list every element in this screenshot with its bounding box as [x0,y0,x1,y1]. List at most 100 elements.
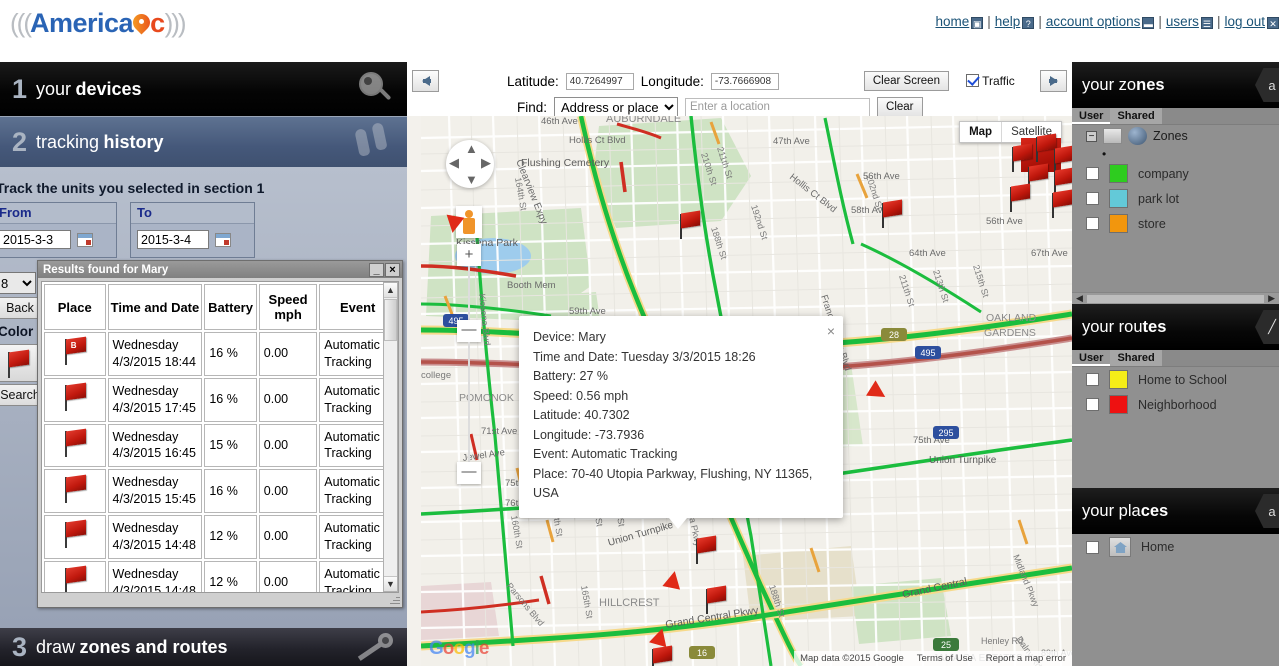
result-count-select[interactable]: 8 [0,272,36,294]
terms-of-use-link[interactable]: Terms of Use [917,653,973,664]
cell-place[interactable] [44,378,106,422]
zones-scrollbar[interactable]: ◀ ▶ [1072,292,1279,304]
routes-panel-header[interactable]: your routes ╱ [1072,304,1279,350]
route-label: Neighborhood [1138,398,1217,412]
map-marker[interactable] [1007,184,1033,212]
zone-item[interactable]: park lot [1072,186,1279,211]
zoom-in-button[interactable]: + [457,244,481,266]
map-zoom-control[interactable]: + — — [457,244,481,484]
back-button[interactable]: Back [0,297,42,319]
close-icon[interactable]: × [827,323,835,339]
checkbox[interactable] [1086,373,1099,386]
longitude-input[interactable] [711,73,779,90]
zone-item[interactable]: company [1072,161,1279,186]
checkbox[interactable] [1086,541,1099,554]
close-button[interactable]: × [385,263,400,277]
pan-down-icon[interactable]: ▼ [465,172,478,187]
find-type-select[interactable]: Address or place [554,97,678,118]
resize-grip[interactable] [388,594,400,606]
table-row[interactable]: Wednesday 4/3/2015 14:4812 %0.00Automati… [44,515,396,559]
cell-place[interactable] [44,515,106,559]
places-panel-header[interactable]: your places a [1072,488,1279,534]
zoom-slider-track-bottom[interactable] [468,342,470,462]
calendar-icon[interactable] [77,233,93,247]
table-row[interactable]: BWednesday 4/3/2015 18:4416 %0.00Automat… [44,332,396,376]
zoom-slider-track-top[interactable] [468,266,470,320]
pan-right-icon[interactable]: ▶ [481,155,491,171]
table-row[interactable]: Wednesday 4/3/2015 17:4516 %0.00Automati… [44,378,396,422]
clear-button[interactable]: Clear [877,97,922,117]
routes-tab-shared[interactable]: Shared [1110,350,1161,366]
checkbox[interactable] [1086,192,1099,205]
scrollbar-thumb[interactable] [384,299,397,341]
table-header-row: Place Time and Date Battery Speed mph Ev… [44,284,396,330]
scroll-down-arrow[interactable]: ▼ [384,576,397,591]
cell-place[interactable]: B [44,332,106,376]
report-map-error-link[interactable]: Report a map error [986,653,1066,664]
expander-icon[interactable]: − [1086,131,1097,142]
zone-item[interactable]: store [1072,211,1279,236]
map-marker[interactable] [879,200,905,228]
search-button[interactable]: Search [0,384,42,406]
section-your-devices[interactable]: 1 your devices [0,62,407,116]
map-marker[interactable] [1049,190,1072,218]
calendar-icon[interactable] [215,233,231,247]
nav-log-out[interactable]: log out [1224,14,1265,29]
results-scrollbar[interactable]: ▲ ▼ [383,282,398,592]
map-pan-control[interactable]: ▲ ▼ ◀ ▶ [446,140,494,188]
cell-place[interactable] [44,469,106,513]
place-item[interactable]: Home [1072,534,1279,560]
color-pin-swatch[interactable] [0,344,40,382]
map-canvas[interactable]: AUBURNDALE46th Ave47th AveFlushing Cemet… [421,116,1072,666]
zones-tab-shared[interactable]: Shared [1110,108,1161,124]
results-title-bar[interactable]: Results found for Mary _ × [38,261,402,278]
logo-wordmark: Americac [30,8,165,39]
map-type-map[interactable]: Map [960,122,1002,142]
section-tracking-history[interactable]: 2 tracking history [0,117,407,167]
map-marker[interactable] [649,646,675,666]
minimize-button[interactable]: _ [369,263,384,277]
nav-help[interactable]: help [995,14,1021,29]
latitude-input[interactable] [566,73,634,90]
route-item[interactable]: Neighborhood [1072,392,1279,417]
checkbox[interactable] [1086,217,1099,230]
scrollbar-thumb[interactable] [1087,295,1264,303]
traffic-checkbox[interactable] [966,74,979,87]
clear-screen-button[interactable]: Clear Screen [864,71,949,91]
checkbox[interactable] [1086,398,1099,411]
routes-tab-user[interactable]: User [1072,350,1110,366]
scroll-left-arrow[interactable]: ◀ [1076,293,1083,304]
direction-arrow-marker[interactable] [662,569,683,589]
cell-place[interactable] [44,424,106,468]
zones-tab-user[interactable]: User [1072,108,1110,124]
to-date-input[interactable] [137,230,209,249]
zones-panel-header[interactable]: your zones a [1072,62,1279,108]
nav-home[interactable]: home [935,14,969,29]
flag-marker-icon [62,383,88,411]
nav-users[interactable]: users [1166,14,1199,29]
zones-tree-root[interactable]: − Zones [1072,125,1279,147]
cell-place[interactable] [44,561,106,593]
route-item[interactable]: Home to School [1072,367,1279,392]
section-draw-zones-routes[interactable]: 3 draw zones and routes [0,628,407,666]
zoom-slider-handle[interactable]: — [457,320,481,342]
location-input[interactable] [685,98,870,117]
zoom-out-button[interactable]: — [457,462,481,484]
scroll-right-arrow[interactable]: ▶ [1268,293,1275,304]
map-marker[interactable] [703,586,729,614]
results-window: Results found for Mary _ × Place Time an… [37,260,403,608]
pan-left-icon[interactable]: ◀ [449,155,459,171]
scroll-up-arrow[interactable]: ▲ [384,283,397,298]
table-row[interactable]: Wednesday 4/3/2015 15:4516 %0.00Automati… [44,469,396,513]
from-date-input[interactable] [0,230,71,249]
section3-number: 3 [12,634,27,661]
direction-arrow-marker[interactable] [444,215,465,235]
nav-account-options[interactable]: account options [1046,14,1141,29]
map-marker[interactable] [677,211,703,239]
pan-up-icon[interactable]: ▲ [465,141,478,156]
checkbox[interactable] [1086,167,1099,180]
map-marker[interactable] [693,536,719,564]
table-row[interactable]: Wednesday 4/3/2015 14:4812 %0.00Automati… [44,561,396,593]
map-label: OAKLAND [986,312,1037,324]
table-row[interactable]: Wednesday 4/3/2015 16:4515 %0.00Automati… [44,424,396,468]
